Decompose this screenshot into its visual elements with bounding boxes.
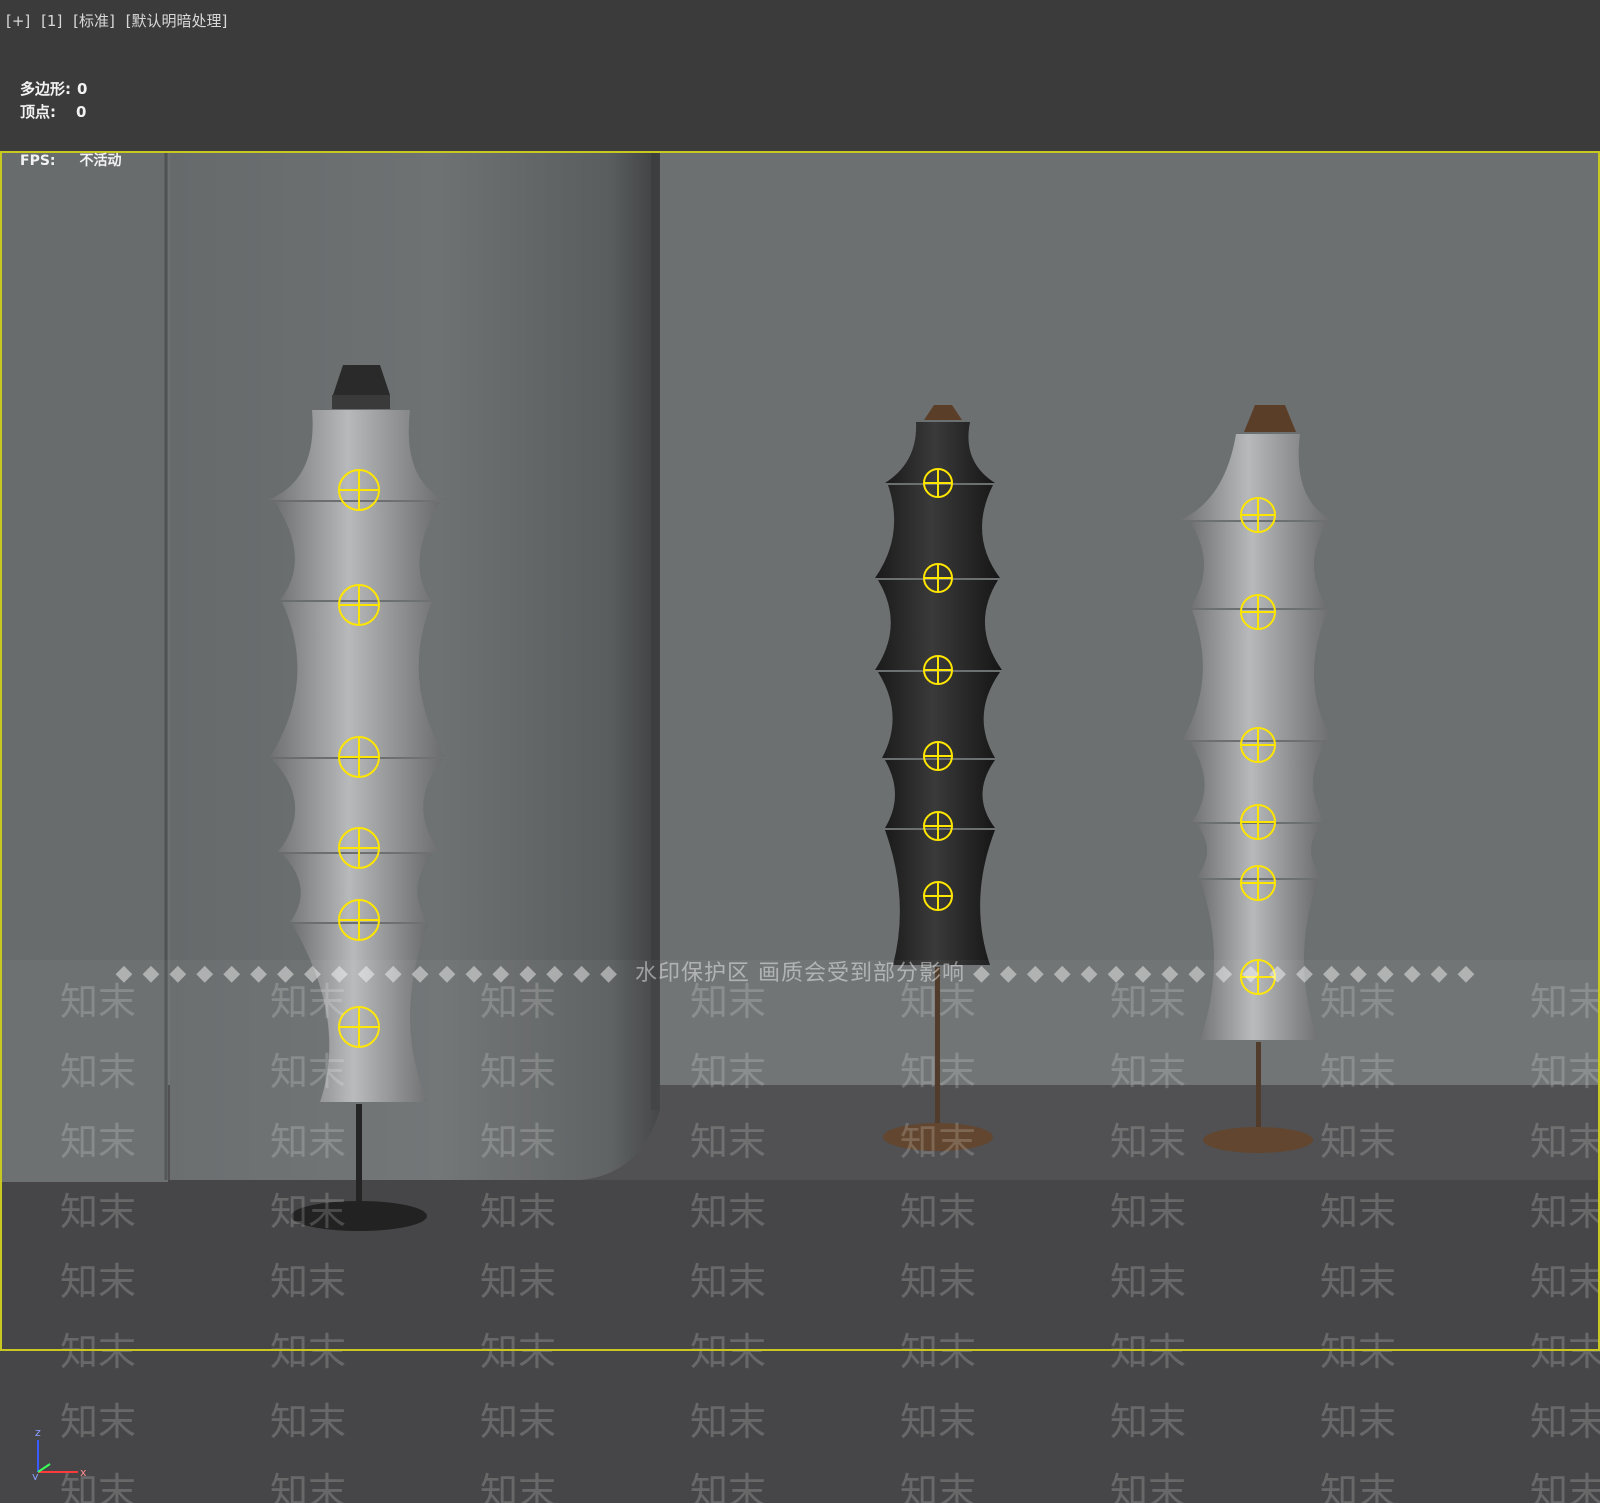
watermark-dim [0,960,1600,1503]
axis-y-label: y [32,1470,39,1480]
fps-readout: FPS: 不活动 [20,150,122,170]
axis-x-label: x [80,1466,87,1479]
viewport-menu-shading[interactable]: [默认明暗处理] [126,12,228,30]
fps-value: 不活动 [79,153,122,169]
viewport-1[interactable]: 知末 [0,0,1600,1503]
viewport-header-bar [0,0,1600,152]
vertices-label: 顶点: [20,103,56,121]
axis-z-label: z [35,1426,41,1439]
viewport-menu-standard[interactable]: [标准] [73,12,115,30]
vertices-value: 0 [76,103,87,121]
viewport-menu-plus[interactable]: [+] [6,12,30,30]
scene-render[interactable]: 知末 [0,0,1600,1503]
axis-tripod-icon: z y x [32,1426,87,1480]
scene-statistics: 多边形: 0 顶点: 0 [20,78,87,124]
viewport-labels: [+] [1] [标准] [默认明暗处理] [6,10,233,31]
fps-label: FPS: [20,153,56,169]
polygons-label: 多边形: [20,80,71,98]
polygons-value: 0 [77,80,88,98]
viewport-menu-camera[interactable]: [1] [41,12,62,30]
